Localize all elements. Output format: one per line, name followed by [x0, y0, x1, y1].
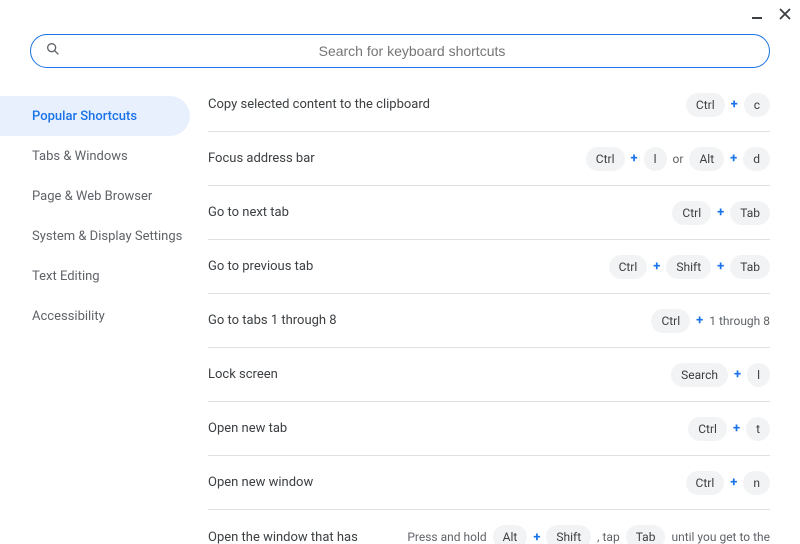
shortcut-combo: Ctrl + Tab: [672, 201, 770, 225]
close-button[interactable]: [778, 7, 792, 21]
key-badge: Tab: [730, 255, 770, 279]
shortcut-combo: Press and hold Alt + Shift , tap Tab until you…: [407, 525, 770, 544]
sidebar-item-label: Tabs & Windows: [32, 149, 128, 164]
plus-separator: +: [730, 151, 737, 166]
sidebar-item-popular-shortcuts[interactable]: Popular Shortcuts: [0, 96, 190, 136]
shortcut-description: Lock screen: [208, 367, 671, 382]
combo-text: until you get to the: [671, 530, 770, 544]
key-badge: l: [747, 363, 770, 387]
shortcut-description: Open the window that has: [208, 530, 407, 544]
key-badge: Ctrl: [609, 255, 648, 279]
search-input[interactable]: [69, 43, 755, 59]
shortcut-combo: Ctrl + lor Alt + d: [586, 147, 770, 171]
shortcut-row: Go to tabs 1 through 8Ctrl +1 through 8: [208, 294, 770, 348]
search-wrap: [0, 28, 800, 78]
key-badge: Shift: [666, 255, 711, 279]
plus-separator: +: [653, 259, 660, 274]
key-badge: n: [743, 471, 770, 495]
sidebar-item-label: Popular Shortcuts: [32, 109, 137, 124]
plus-separator: +: [731, 97, 738, 112]
search-bar[interactable]: [30, 34, 770, 68]
shortcut-combo: Ctrl + n: [686, 471, 770, 495]
key-badge: Ctrl: [672, 201, 711, 225]
shortcut-description: Copy selected content to the clipboard: [208, 97, 686, 112]
key-badge: t: [746, 417, 770, 441]
plus-separator: +: [533, 530, 540, 544]
shortcut-row: Focus address barCtrl + lor Alt + d: [208, 132, 770, 186]
shortcuts-window: Popular Shortcuts Tabs & Windows Page & We…: [0, 0, 800, 544]
or-separator: or: [673, 152, 684, 166]
shortcut-combo: Ctrl +1 through 8: [651, 309, 770, 333]
key-badge: Ctrl: [688, 417, 727, 441]
shortcut-row: Lock screenSearch + l: [208, 348, 770, 402]
shortcut-combo: Ctrl + c: [686, 93, 770, 117]
body: Popular Shortcuts Tabs & Windows Page & We…: [0, 78, 800, 544]
combo-text: , tap: [597, 530, 620, 544]
shortcut-row: Open new tabCtrl + t: [208, 402, 770, 456]
sidebar-item-label: Text Editing: [32, 269, 100, 284]
shortcut-description: Focus address bar: [208, 151, 586, 166]
shortcut-combo: Ctrl + Shift + Tab: [609, 255, 770, 279]
close-icon: [779, 8, 791, 20]
minimize-button[interactable]: [750, 7, 764, 21]
key-badge: Alt: [493, 525, 528, 544]
sidebar-item-page-web-browser[interactable]: Page & Web Browser: [0, 176, 190, 216]
combo-text: 1 through 8: [709, 314, 770, 328]
key-badge: Alt: [689, 147, 724, 171]
key-badge: Shift: [546, 525, 591, 544]
key-badge: Ctrl: [651, 309, 690, 333]
shortcut-description: Open new window: [208, 475, 686, 490]
shortcut-description: Open new tab: [208, 421, 688, 436]
sidebar-item-label: Page & Web Browser: [32, 189, 152, 204]
sidebar: Popular Shortcuts Tabs & Windows Page & We…: [0, 78, 200, 544]
sidebar-item-label: Accessibility: [32, 309, 105, 324]
shortcut-combo: Search + l: [671, 363, 770, 387]
shortcut-row: Go to previous tabCtrl + Shift + Tab: [208, 240, 770, 294]
key-badge: Ctrl: [686, 93, 725, 117]
shortcut-description: Go to previous tab: [208, 259, 609, 274]
key-badge: Tab: [626, 525, 666, 544]
shortcut-row: Open new windowCtrl + n: [208, 456, 770, 510]
sidebar-item-system-display-settings[interactable]: System & Display Settings: [0, 216, 190, 256]
titlebar: [0, 0, 800, 28]
sidebar-item-text-editing[interactable]: Text Editing: [0, 256, 190, 296]
plus-separator: +: [696, 313, 703, 328]
minimize-icon: [751, 8, 763, 20]
sidebar-item-accessibility[interactable]: Accessibility: [0, 296, 190, 336]
key-badge: Ctrl: [586, 147, 625, 171]
shortcut-description: Go to tabs 1 through 8: [208, 313, 651, 328]
plus-separator: +: [717, 205, 724, 220]
shortcut-list: Copy selected content to the clipboardCt…: [200, 78, 800, 544]
search-icon: [45, 41, 61, 61]
key-badge: Search: [671, 363, 728, 387]
sidebar-item-label: System & Display Settings: [32, 229, 182, 244]
plus-separator: +: [717, 259, 724, 274]
plus-separator: +: [734, 367, 741, 382]
plus-separator: +: [730, 475, 737, 490]
sidebar-item-tabs-windows[interactable]: Tabs & Windows: [0, 136, 190, 176]
shortcut-row: Open the window that hasPress and hold Al…: [208, 510, 770, 544]
key-badge: Ctrl: [686, 471, 725, 495]
plus-separator: +: [733, 421, 740, 436]
plus-separator: +: [631, 151, 638, 166]
key-badge: l: [644, 147, 667, 171]
shortcut-row: Go to next tabCtrl + Tab: [208, 186, 770, 240]
key-badge: Tab: [730, 201, 770, 225]
key-badge: d: [743, 147, 770, 171]
shortcut-description: Go to next tab: [208, 205, 672, 220]
combo-text: Press and hold: [407, 530, 486, 544]
shortcut-row: Copy selected content to the clipboardCt…: [208, 78, 770, 132]
key-badge: c: [744, 93, 770, 117]
shortcut-combo: Ctrl + t: [688, 417, 770, 441]
